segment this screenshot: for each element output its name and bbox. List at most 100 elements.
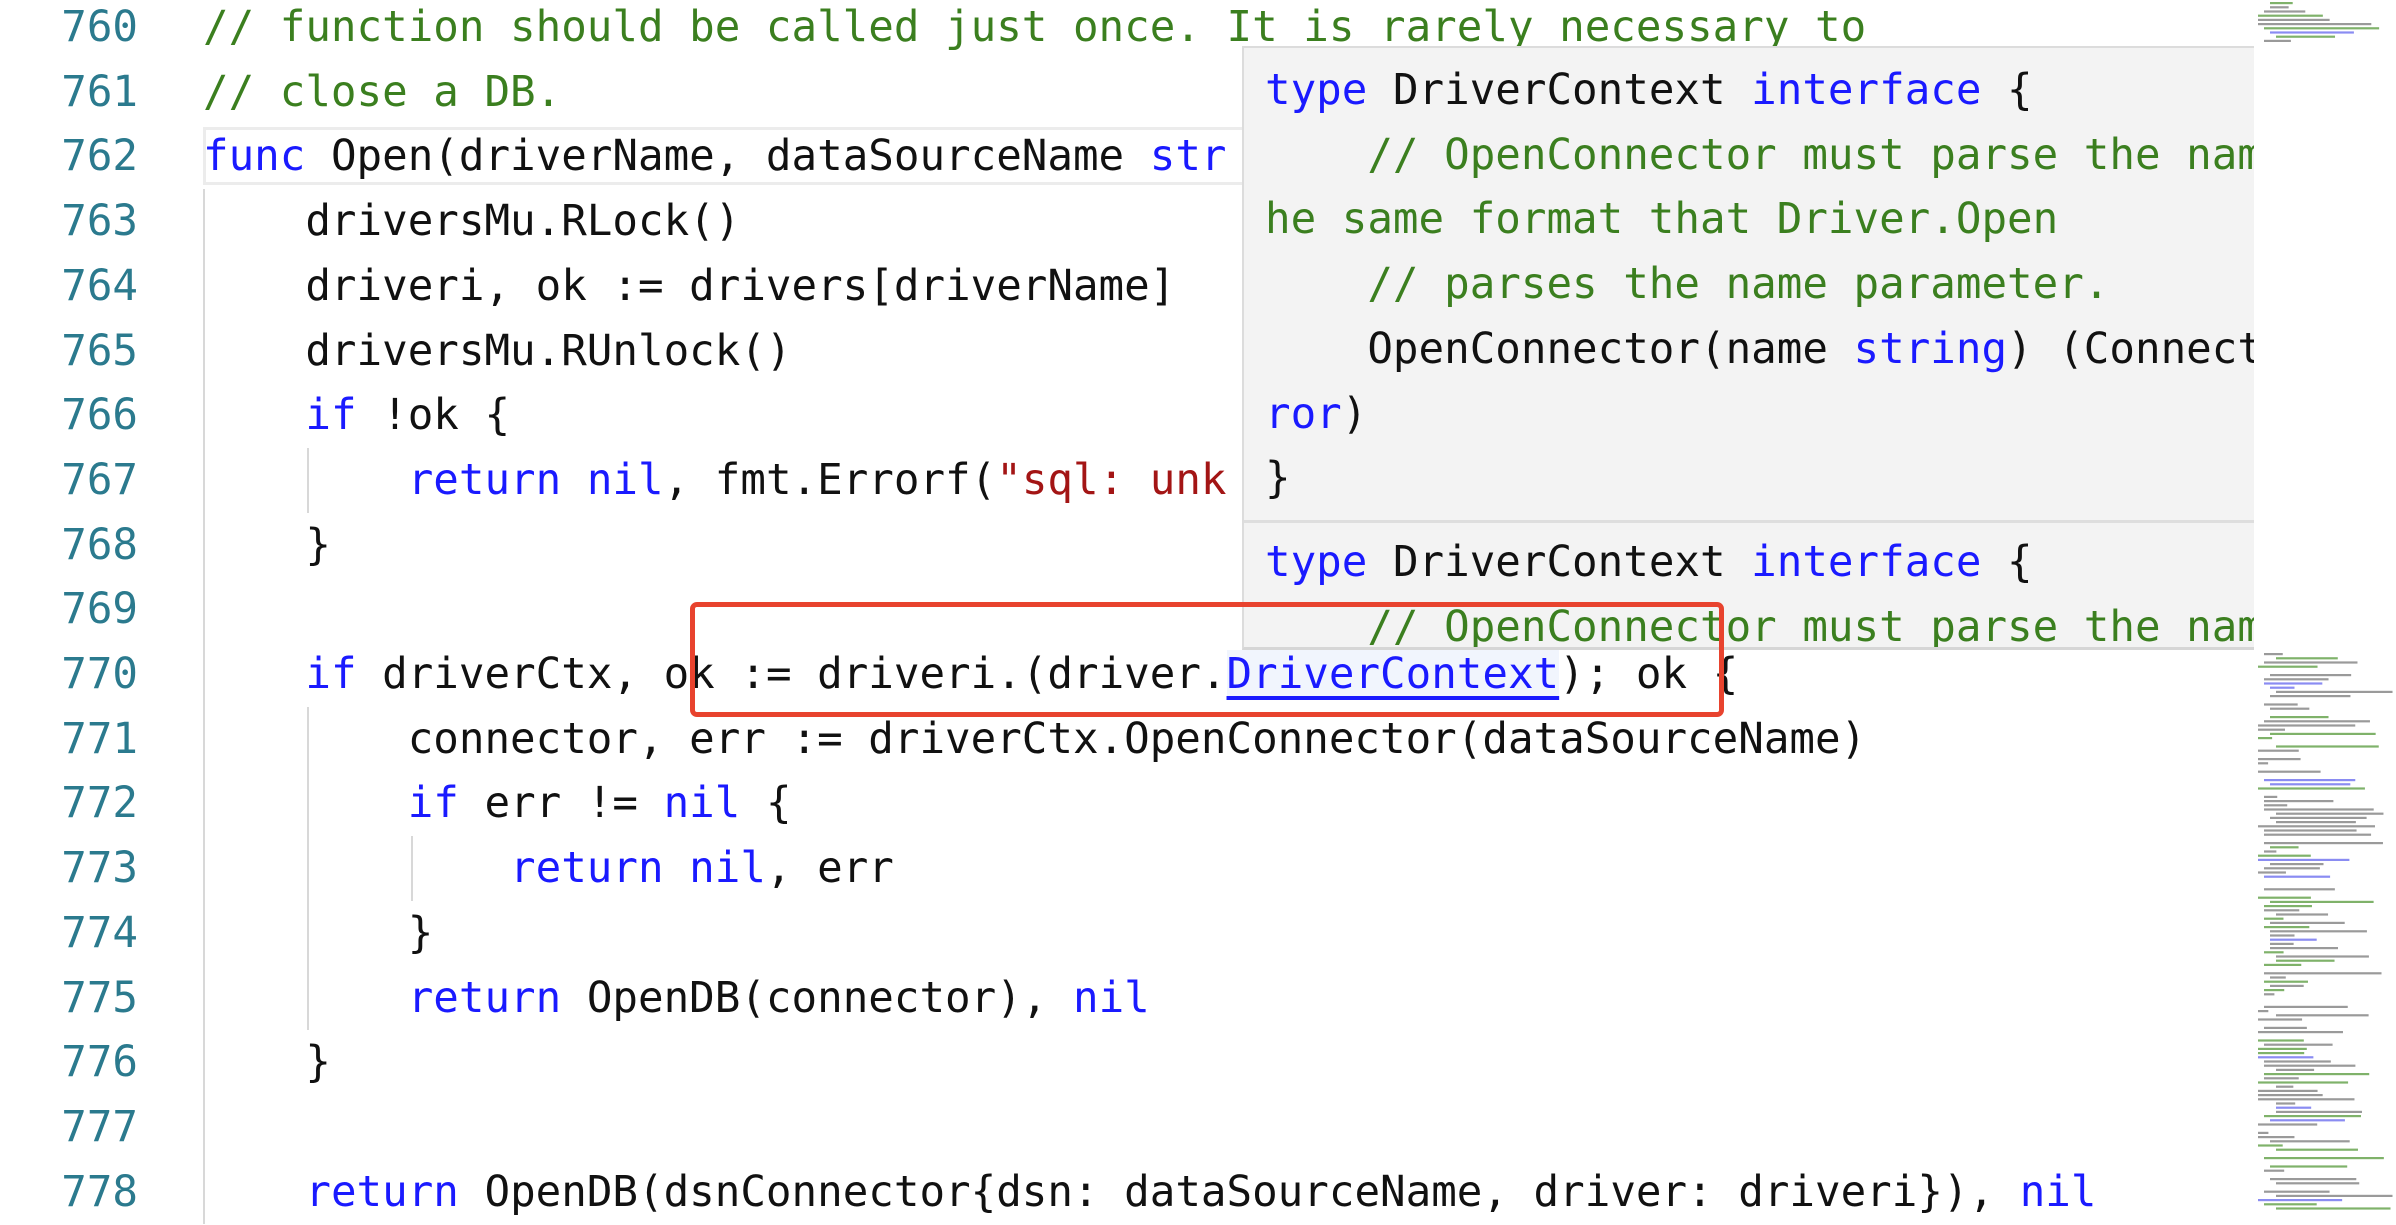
minimap-line (2264, 1157, 2384, 1160)
line-number[interactable]: 763 (0, 189, 138, 254)
code-line[interactable]: // close a DB. (203, 60, 561, 125)
line-number[interactable]: 773 (0, 836, 138, 901)
minimap-line (2264, 1203, 2317, 1206)
code-token: } (1265, 454, 1291, 504)
minimap-line (2270, 984, 2304, 987)
minimap-line (2258, 1018, 2303, 1021)
code-line[interactable]: } (203, 1030, 331, 1095)
line-number[interactable]: 771 (0, 707, 138, 772)
minimap-line (2264, 833, 2372, 836)
code-token: DriverContext (1367, 538, 1752, 587)
minimap-line (2276, 1207, 2391, 1210)
line-number[interactable]: 770 (0, 642, 138, 707)
code-line[interactable]: driveri, ok := drivers[driverName] (203, 254, 1175, 319)
minimap-line (2258, 770, 2321, 773)
minimap-line (2270, 947, 2339, 950)
line-number[interactable]: 760 (0, 0, 138, 60)
indent-guide (411, 836, 413, 901)
minimap-line (2264, 972, 2382, 975)
line-number[interactable]: 765 (0, 319, 138, 384)
code-token: OpenDB(connector), (561, 973, 1073, 1023)
code-token: } (203, 520, 331, 570)
line-number[interactable]: 762 (0, 124, 138, 189)
minimap-line (2258, 1199, 2343, 1202)
minimap-line (2264, 703, 2298, 706)
popup-code-line: } (1265, 446, 1291, 511)
minimap-line (2270, 686, 2295, 689)
minimap-line (2276, 1102, 2296, 1105)
minimap-line (2264, 1077, 2299, 1080)
code-line[interactable]: return OpenDB(connector), nil (203, 966, 1150, 1031)
comment-token: he same format that Driver.Open (1265, 195, 2059, 245)
minimap-line (2276, 955, 2369, 958)
keyword-token: type (1265, 538, 1368, 587)
code-line[interactable]: return OpenDB(dsnConnector{dsn: dataSour… (203, 1160, 2096, 1225)
minimap-line (2258, 728, 2285, 731)
minimap-line (2258, 1098, 2355, 1101)
definition-hover-popup[interactable]: type DriverContext interface { // OpenCo… (1242, 46, 2396, 650)
minimap-line (2264, 905, 2312, 908)
line-number[interactable]: 764 (0, 254, 138, 319)
line-number[interactable]: 766 (0, 383, 138, 448)
minimap-line (2258, 1031, 2343, 1034)
code-line[interactable]: driversMu.RUnlock() (203, 319, 791, 384)
minimap-line (2270, 1165, 2348, 1168)
line-number[interactable]: 768 (0, 513, 138, 578)
minimap-line (2264, 27, 2380, 30)
minimap-line (2270, 900, 2374, 903)
keyword-token: return (510, 844, 664, 894)
minimap-line (2270, 930, 2367, 933)
minimap-line (2264, 10, 2306, 13)
minimap-line (2276, 959, 2335, 962)
keyword-token: nil (2019, 1167, 2097, 1217)
code-line[interactable]: driversMu.RLock() (203, 189, 740, 254)
code-line[interactable]: if err != nil { (203, 771, 792, 836)
keyword-token: return (407, 973, 562, 1023)
minimap-line (2270, 674, 2352, 677)
line-number[interactable]: 772 (0, 771, 138, 836)
line-number[interactable]: 767 (0, 448, 138, 513)
string-token: "sql: unk (996, 455, 1227, 505)
code-token: } (203, 908, 434, 958)
line-number[interactable]: 761 (0, 60, 138, 125)
line-number[interactable]: 778 (0, 1160, 138, 1225)
keyword-token: if (305, 391, 357, 441)
line-number[interactable]: 769 (0, 577, 138, 642)
minimap-line (2276, 657, 2338, 660)
minimap-line (2264, 963, 2302, 966)
line-number[interactable]: 774 (0, 901, 138, 966)
minimap-line (2270, 1119, 2345, 1122)
minimap[interactable] (2254, 0, 2396, 1212)
minimap-line (2270, 921, 2345, 924)
code-line[interactable]: if !ok { (203, 383, 510, 448)
line-number[interactable]: 775 (0, 966, 138, 1031)
comment-token: // parses the name parameter. (1265, 260, 2110, 310)
popup-code-line: type DriverContext interface { (1265, 530, 2033, 595)
code-line[interactable]: } (203, 901, 434, 966)
line-number[interactable]: 777 (0, 1095, 138, 1160)
keyword-token: ror (1265, 389, 1342, 439)
minimap-line (2258, 14, 2323, 17)
minimap-line (2264, 39, 2291, 42)
minimap-line (2264, 993, 2275, 996)
minimap-line (2258, 1081, 2349, 1084)
minimap-line (2258, 1047, 2307, 1050)
minimap-line (2264, 989, 2285, 992)
minimap-line (2258, 1052, 2305, 1055)
code-line[interactable]: } (203, 513, 331, 578)
code-line[interactable]: return nil, fmt.Errorf("sql: unk (203, 448, 1227, 513)
minimap-line (2264, 1073, 2370, 1076)
popup-code-line: type DriverContext interface { (1265, 58, 2033, 123)
minimap-line (2258, 1056, 2314, 1059)
line-number[interactable]: 776 (0, 1030, 138, 1095)
keyword-token: interface (1751, 66, 1982, 115)
popup-code-line: // parses the name parameter. (1265, 252, 2109, 317)
popup-divider (1244, 520, 2396, 523)
minimap-line (2276, 35, 2336, 38)
